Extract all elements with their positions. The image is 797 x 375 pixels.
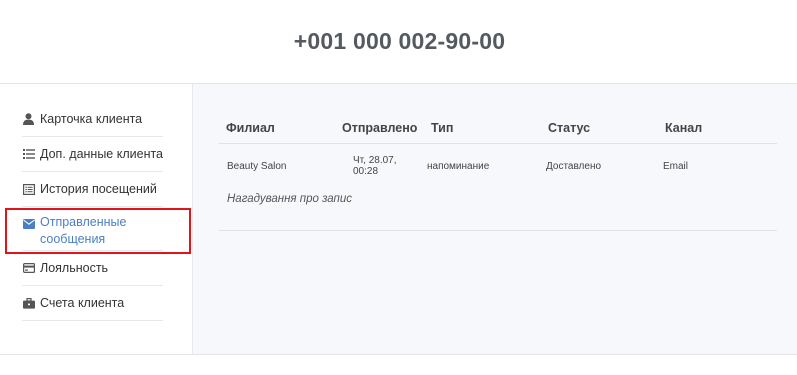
page-header: +001 000 002-90-00 [0,0,797,84]
messages-panel: Филиал Отправлено Тип Статус Канал Beaut… [193,84,797,354]
column-header-sent[interactable]: Отправлено [334,120,424,143]
sidebar-item-label: Карточка клиента [40,112,143,126]
credit-card-icon [22,262,35,275]
person-icon [22,113,35,126]
sidebar-item-label: Отправленные сообщения [40,215,127,246]
sidebar-item-client-card[interactable]: Карточка клиента [22,102,163,137]
sidebar-item-sent-messages[interactable]: Отправленные сообщения [22,207,163,251]
column-header-status[interactable]: Статус [541,120,658,143]
briefcase-icon [22,297,35,310]
message-text: Нагадування про запис [219,188,777,231]
sidebar-item-visit-history[interactable]: История посещений [22,172,163,207]
column-header-branch[interactable]: Филиал [219,120,334,143]
sidebar-item-extra-data[interactable]: Доп. данные клиента [22,137,163,172]
sidebar-item-label: История посещений [40,182,157,196]
table-header: Филиал Отправлено Тип Статус Канал [219,120,777,144]
envelope-icon [22,217,35,230]
sidebar-item-client-invoices[interactable]: Счета клиента [22,286,163,321]
sidebar-menu: Карточка клиента Доп. данные клиента Ист… [22,102,163,321]
column-header-channel[interactable]: Канал [658,120,777,143]
client-phone-title: +001 000 002-90-00 [293,28,506,54]
client-sidebar: Карточка клиента Доп. данные клиента Ист… [0,84,193,354]
cell-sent: Чт, 28.07, 00:28 [353,155,397,177]
table-row[interactable]: Beauty Salon Чт, 28.07, 00:28 напоминани… [219,144,777,188]
list-icon [22,148,35,161]
column-header-type[interactable]: Тип [424,120,541,143]
divider [0,354,797,355]
messages-table: Филиал Отправлено Тип Статус Канал Beaut… [219,120,777,231]
sidebar-item-loyalty[interactable]: Лояльность [22,251,163,286]
sidebar-item-label: Доп. данные клиента [40,147,164,161]
cell-type: напоминание [427,160,490,172]
history-list-icon [22,183,35,196]
sidebar-item-label: Счета клиента [40,296,125,310]
cell-status: Доставлено [546,160,602,172]
cell-branch: Beauty Salon [227,160,287,172]
cell-channel: Email [663,160,689,172]
sidebar-item-label: Лояльность [40,261,109,275]
